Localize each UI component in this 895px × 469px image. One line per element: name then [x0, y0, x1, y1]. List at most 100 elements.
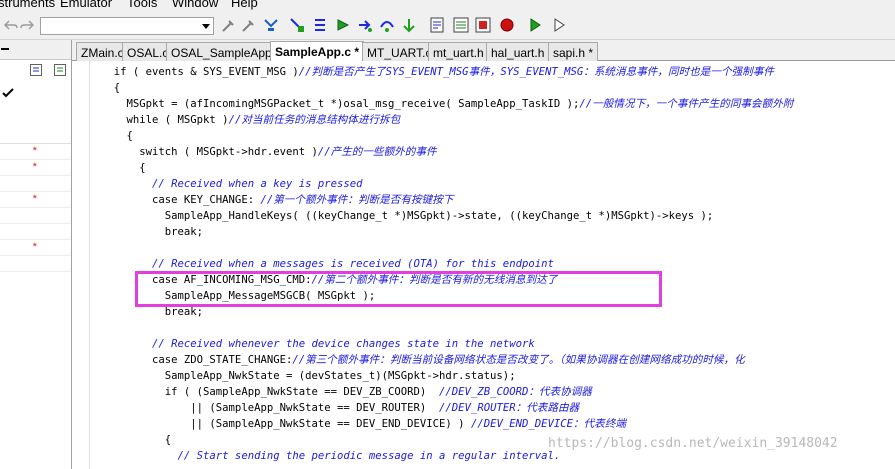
toolbar: [0, 12, 895, 40]
tab-mt-uart-h[interactable]: mt_uart.h: [428, 42, 489, 61]
next-bookmark-icon[interactable]: [312, 16, 330, 34]
tab-zmain[interactable]: ZMain.c: [76, 42, 129, 61]
code-text: break;: [101, 306, 204, 318]
code-comment: //DEV_ROUTER：代表路由器: [439, 402, 580, 414]
find-combo[interactable]: [40, 17, 214, 35]
modified-star-icon: *: [32, 193, 37, 205]
find-next-icon[interactable]: [220, 16, 238, 34]
column-icon-2[interactable]: [54, 64, 66, 76]
code-line: || (SampleApp_NwkState == DEV_ROUTER) //…: [101, 400, 579, 416]
menu-window[interactable]: Window: [172, 0, 218, 10]
workspace-panel: * * * *: [0, 40, 72, 469]
breakpoint-icon[interactable]: [498, 16, 516, 34]
column-icon-1[interactable]: [30, 64, 42, 76]
list-item[interactable]: [0, 224, 71, 240]
menu-instruments[interactable]: struments: [0, 0, 55, 10]
menu-tools[interactable]: Tools: [127, 0, 157, 10]
list-item[interactable]: *: [0, 144, 71, 160]
code-comment: // Received whenever the device changes …: [101, 338, 535, 350]
code-comment: //第三个额外事件：判断当前设备网络状态是否改变了。（如果协调器在创建网络成功的…: [292, 354, 745, 366]
code-comment: //判断是否产生了SYS_EVENT_MSG事件，SYS_EVENT_MSG：系…: [298, 66, 774, 78]
list-item[interactable]: [0, 176, 71, 192]
tab-sapi-h[interactable]: sapi.h *: [548, 42, 599, 61]
code-text: SampleApp_HandleKeys( ((keyChange_t *)MS…: [101, 210, 714, 222]
tab-osal-sampleapp[interactable]: OSAL_SampleApp.c: [166, 42, 287, 61]
code-line: if ( events & SYS_EVENT_MSG )//判断是否产生了SY…: [101, 64, 774, 80]
go-to-line-icon[interactable]: [400, 16, 418, 34]
list-item[interactable]: *: [0, 192, 71, 208]
menu-help[interactable]: Help: [231, 0, 258, 10]
code-line: switch ( MSGpkt->hdr.event )//产生的一些额外的事件: [101, 144, 436, 160]
highlight-annotation-box: [135, 271, 662, 307]
debug-without-download-icon[interactable]: [550, 16, 568, 34]
code-text: case ZDO_STATE_CHANGE:: [101, 354, 293, 366]
minus-icon[interactable]: [1, 48, 9, 51]
toggle-bookmark-icon[interactable]: [262, 16, 280, 34]
modified-star-icon: *: [32, 241, 37, 253]
code-line: break;: [101, 224, 203, 240]
code-line: if ( (SampleApp_NwkState == DEV_ZB_COORD…: [101, 384, 592, 400]
code-comment: //DEV_ZB_COORD：代表协调器: [439, 386, 592, 398]
code-text: if ( (SampleApp_NwkState == DEV_ZB_COORD…: [101, 386, 440, 398]
compile-icon[interactable]: [428, 16, 446, 34]
code-line: {: [101, 128, 133, 144]
code-text: while ( MSGpkt ): [101, 114, 229, 126]
modified-star-icon: *: [32, 161, 37, 173]
code-text: {: [101, 82, 121, 94]
workspace-panel-header: [0, 40, 71, 60]
list-item[interactable]: *: [0, 160, 71, 176]
find-prev-icon[interactable]: [240, 16, 258, 34]
code-text: if ( events & SYS_EVENT_MSG ): [101, 66, 299, 78]
watermark: https://blog.csdn.net/weixin_39148042: [548, 436, 838, 451]
code-line: case KEY_CHANGE: //第一个额外事件：判断是否有按键按下: [101, 192, 453, 208]
code-text: switch ( MSGpkt->hdr.event ): [101, 146, 318, 158]
code-comment: // Received when a messages is received …: [101, 258, 554, 270]
code-line: {: [101, 80, 120, 96]
code-text: || (SampleApp_NwkState == DEV_ROUTER): [101, 402, 440, 414]
list-item[interactable]: *: [0, 240, 71, 256]
code-line: MSGpkt = (afIncomingMSGPacket_t *)osal_m…: [101, 96, 794, 112]
code-line: {: [101, 432, 171, 448]
modified-star-icon: *: [32, 145, 37, 157]
redo-icon[interactable]: [18, 16, 36, 34]
code-line: {: [101, 160, 146, 176]
list-item[interactable]: [0, 208, 71, 224]
code-text: {: [101, 130, 133, 142]
workspace-column-header: [0, 60, 71, 144]
code-text: SampleApp_NwkState = (devStates_t)(MSGpk…: [101, 370, 516, 382]
tab-sampleapp[interactable]: SampleApp.c *: [270, 41, 365, 62]
code-comment: //一般情况下，一个事件产生的同事会额外附: [579, 98, 794, 110]
tab-hal-uart-h[interactable]: hal_uart.h: [486, 42, 550, 61]
tab-mt-uart-c[interactable]: MT_UART.c: [362, 42, 437, 61]
go-to-bookmark-icon[interactable]: [288, 16, 306, 34]
code-text: break;: [101, 226, 204, 238]
stop-build-icon[interactable]: [474, 16, 492, 34]
step-over-icon[interactable]: [378, 16, 396, 34]
code-line: case ZDO_STATE_CHANGE://第三个额外事件：判断当前设备网络…: [101, 352, 745, 368]
code-text: MSGpkt = (afIncomingMSGPacket_t *)osal_m…: [101, 98, 580, 110]
code-line: SampleApp_HandleKeys( ((keyChange_t *)MS…: [101, 208, 714, 224]
code-line: // Received when a messages is received …: [101, 256, 554, 272]
code-comment: //第一个额外事件：判断是否有按键按下: [260, 194, 454, 206]
code-comment: //对当前任务的消息结构体进行拆包: [228, 114, 401, 126]
code-comment: // Start sending the periodic message in…: [101, 450, 561, 462]
editor-gutter[interactable]: [72, 61, 90, 469]
code-line: || (SampleApp_NwkState == DEV_END_DEVICE…: [101, 416, 626, 432]
checkmark-icon: [2, 88, 14, 98]
editor-tab-bar: ZMain.c OSAL.c OSAL_SampleApp.c SampleAp…: [72, 40, 895, 62]
code-text: || (SampleApp_NwkState == DEV_END_DEVICE…: [101, 418, 471, 430]
code-editor[interactable]: if ( events & SYS_EVENT_MSG )//判断是否产生了SY…: [72, 61, 895, 469]
code-line: SampleApp_NwkState = (devStates_t)(MSGpk…: [101, 368, 516, 384]
list-item[interactable]: [0, 256, 71, 272]
code-text: {: [101, 162, 146, 174]
download-debug-icon[interactable]: [526, 16, 544, 34]
code-line: // Received whenever the device changes …: [101, 336, 535, 352]
make-icon[interactable]: [452, 16, 470, 34]
chevron-down-icon[interactable]: [199, 18, 213, 34]
menu-bar: struments Emulator Tools Window Help: [0, 0, 895, 12]
menu-emulator[interactable]: Emulator: [60, 0, 112, 10]
code-text: {: [101, 434, 172, 446]
code-comment: // Received when a key is pressed: [101, 178, 363, 190]
go-forward-icon[interactable]: [334, 16, 352, 34]
step-into-icon[interactable]: [356, 16, 374, 34]
